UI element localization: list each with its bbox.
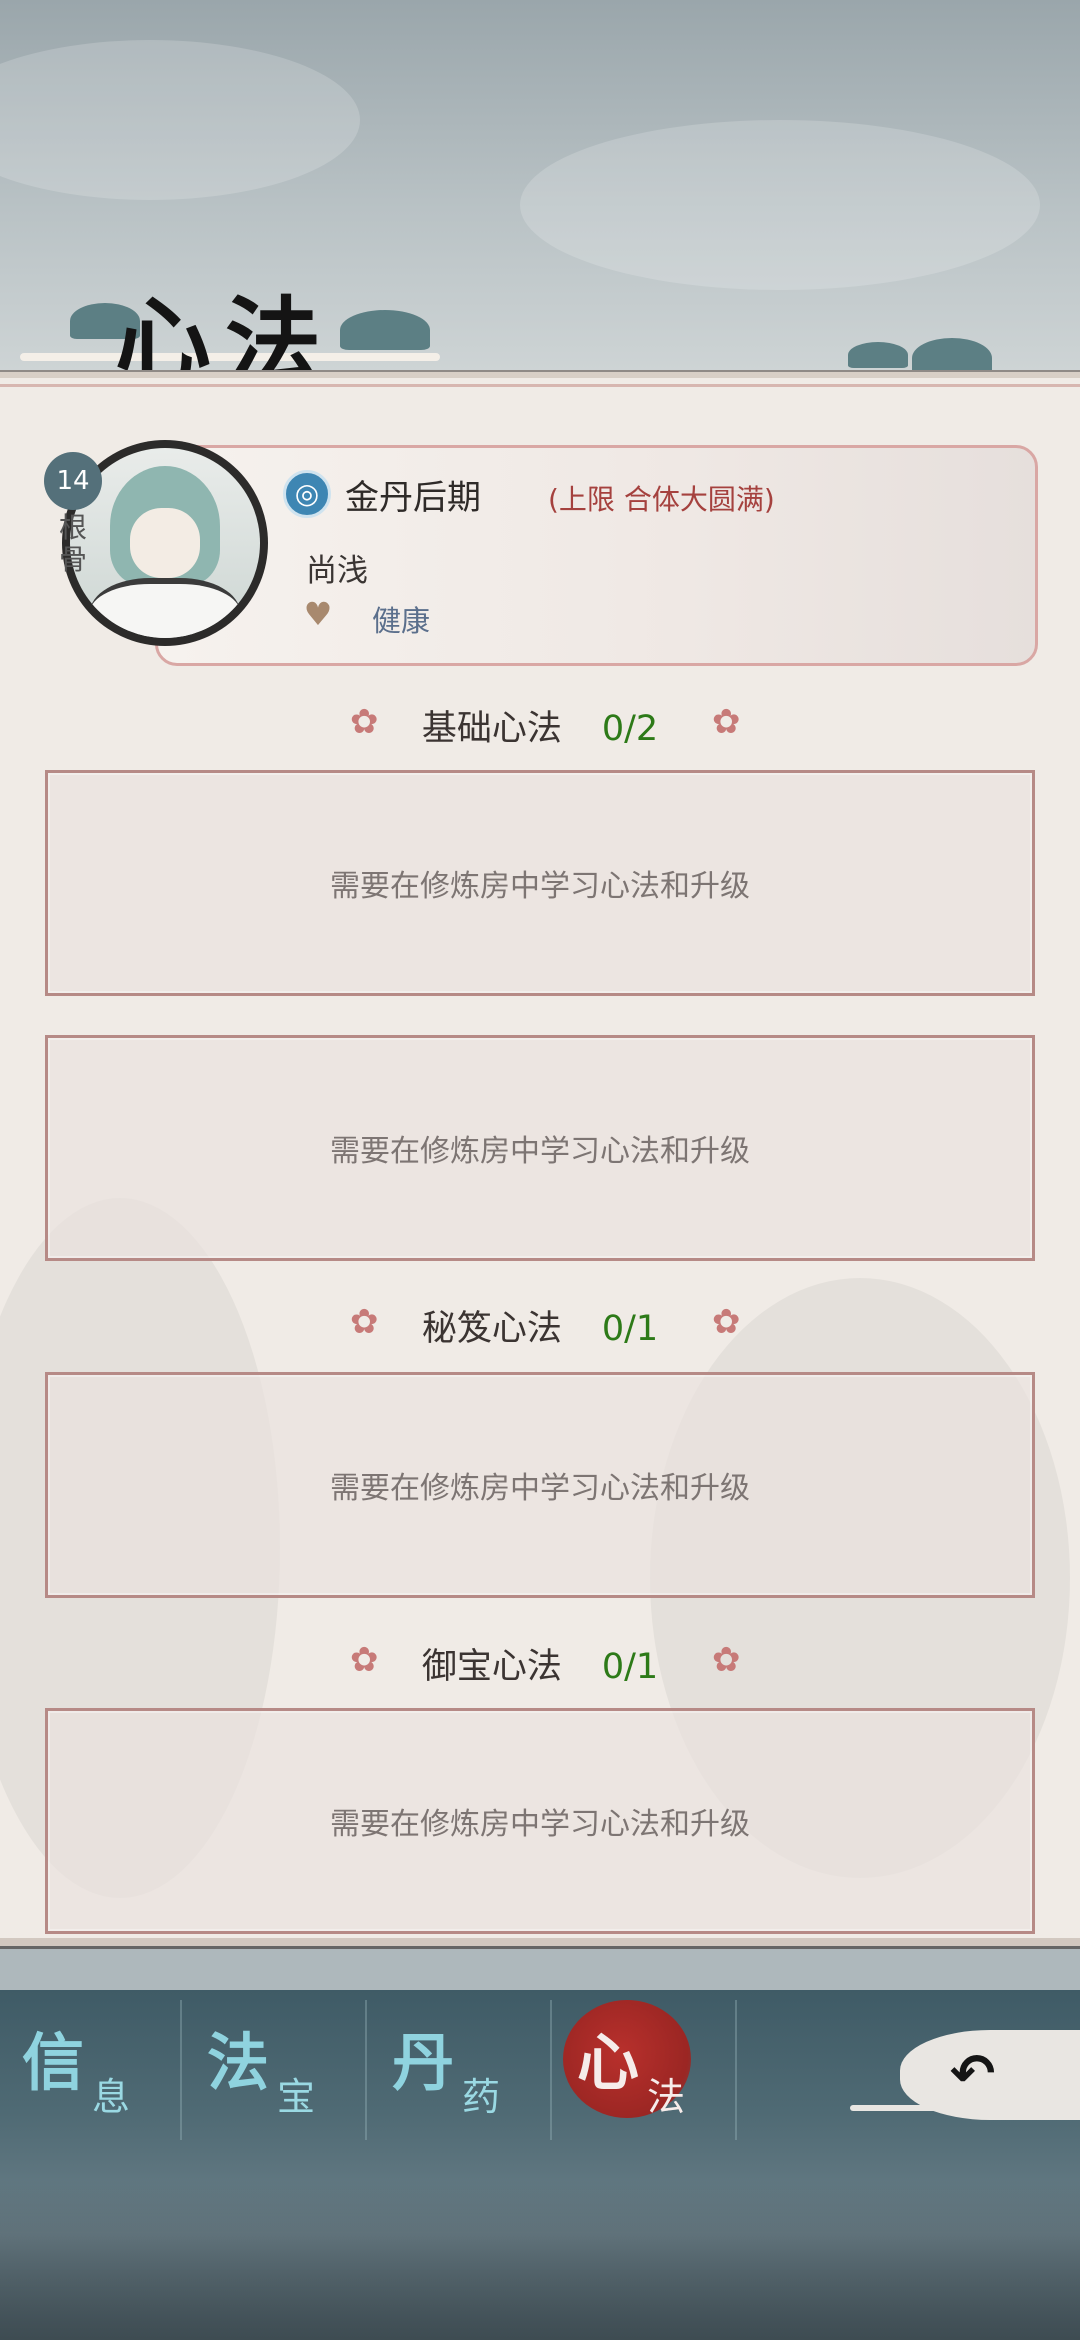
skill-slot[interactable]: 需要在修炼房中学习心法和升级 xyxy=(45,1708,1035,1934)
slot-hint: 需要在修炼房中学习心法和升级 xyxy=(330,1134,750,1169)
panel-bottom-edge xyxy=(0,1938,1080,1946)
tab-info[interactable]: 信 息 xyxy=(0,2000,182,2140)
flower-icon: ✿ xyxy=(712,702,741,742)
realm-swirl-icon: ◎ xyxy=(283,470,331,518)
tab-heart-method[interactable]: 心 法 xyxy=(555,2000,737,2140)
root-bone-label: 根骨 xyxy=(58,511,87,576)
section-count-secret: 0/1 xyxy=(601,1309,659,1349)
tab-treasure[interactable]: 法 宝 xyxy=(185,2000,367,2140)
skill-slot[interactable]: 需要在修炼房中学习心法和升级 xyxy=(45,1035,1035,1261)
tab-pills[interactable]: 丹 药 xyxy=(370,2000,552,2140)
back-arrow-icon: ↶ xyxy=(950,2042,996,2105)
cultivation-state: 尚浅 xyxy=(306,553,368,589)
slot-hint: 需要在修炼房中学习心法和升级 xyxy=(330,1471,750,1506)
panel-top-line xyxy=(0,384,1080,387)
section-title-treasure: 御宝心法 0/1 xyxy=(421,1647,659,1687)
realm-name: 金丹后期 xyxy=(345,478,481,518)
section-title-secret: 秘笈心法 0/1 xyxy=(421,1309,659,1349)
pine-decor-icon xyxy=(848,342,908,368)
section-title-basic: 基础心法 0/2 xyxy=(421,709,659,749)
heart-plus-icon: ♥ xyxy=(303,595,333,633)
root-bone-badge: 14 xyxy=(44,452,102,510)
section-count-treasure: 0/1 xyxy=(601,1647,659,1687)
health-status: 健康 xyxy=(372,604,431,638)
flower-icon: ✿ xyxy=(712,1640,741,1680)
flower-icon: ✿ xyxy=(712,1302,741,1342)
skill-slot[interactable]: 需要在修炼房中学习心法和升级 xyxy=(45,1372,1035,1598)
realm-cap: (上限 合体大圆满) xyxy=(548,483,775,516)
skill-slot[interactable]: 需要在修炼房中学习心法和升级 xyxy=(45,770,1035,996)
slot-hint: 需要在修炼房中学习心法和升级 xyxy=(330,869,750,904)
back-button[interactable]: ↶ xyxy=(850,2020,1080,2130)
slot-hint: 需要在修炼房中学习心法和升级 xyxy=(330,1807,750,1842)
section-count-basic: 0/2 xyxy=(601,709,659,749)
